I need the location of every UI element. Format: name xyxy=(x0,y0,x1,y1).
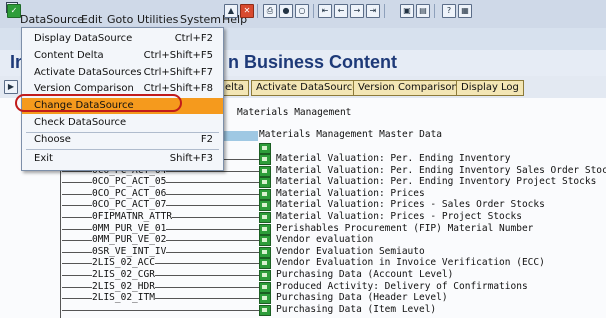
datasource-icon xyxy=(259,258,271,269)
datasource-icon xyxy=(259,270,271,281)
toolbar-separator xyxy=(384,4,385,18)
menu-datasource[interactable]: DataSource xyxy=(20,13,84,26)
previous-page-icon[interactable]: ← xyxy=(334,4,348,18)
tree-node-description[interactable]: Material Valuation: Per. Ending Inventor… xyxy=(276,176,596,187)
content-delta-button[interactable]: elta xyxy=(220,80,249,96)
tree-node-name[interactable]: 2LIS_02_CGR xyxy=(92,269,155,280)
tree-node-name[interactable]: 2LIS_02_HDR xyxy=(92,281,155,292)
datasource-icon xyxy=(259,177,271,188)
tree-node-description[interactable]: Material Valuation: Prices - Sales Order… xyxy=(276,199,545,210)
tree-node-description[interactable]: Vendor Evaluation in Invoice Verificatio… xyxy=(276,257,545,268)
datasource-icon xyxy=(259,293,271,304)
tree-node-name[interactable]: 0CO_PC_ACT_07 xyxy=(92,199,167,210)
layout-icon[interactable]: ▦ xyxy=(458,4,472,18)
toolbar-separator xyxy=(434,4,435,18)
tree-node-description[interactable]: Vendor evaluation xyxy=(276,234,373,245)
tree-node-name[interactable]: 0MM_PUR_VE_02 xyxy=(92,234,167,245)
toolbar-separator xyxy=(257,4,258,18)
find-next-icon[interactable]: ○ xyxy=(295,4,309,18)
datasource-icon xyxy=(259,166,271,177)
new-session-icon[interactable]: ▣ xyxy=(400,4,414,18)
tree-node-name[interactable]: 0CO_PC_ACT_05 xyxy=(92,176,167,187)
next-page-icon[interactable]: → xyxy=(350,4,364,18)
enter-icon[interactable]: ✓ xyxy=(7,4,21,18)
datasource-icon xyxy=(259,235,271,246)
menu-utilities[interactable]: Utilities xyxy=(137,13,178,26)
menu-item-check-datasource[interactable]: Check DataSource xyxy=(22,115,223,131)
datasource-icon xyxy=(259,224,271,235)
datasource-icon xyxy=(259,212,271,223)
datasource-icon xyxy=(259,305,271,316)
tree-node-description[interactable]: Material Valuation: Prices - Project Sto… xyxy=(276,211,522,222)
tree-node-description[interactable]: Purchasing Data (Header Level) xyxy=(276,292,448,303)
page-title-right: n Business Content xyxy=(228,52,398,72)
tree-node-name[interactable]: 0SR_VE_INT_IV xyxy=(92,246,167,257)
menu-item-choose[interactable]: Choose F2 xyxy=(22,132,223,148)
tree-node-description[interactable]: Produced Activity: Delivery of Confirmat… xyxy=(276,281,528,292)
tree-node-description[interactable]: Purchasing Data (Account Level) xyxy=(276,269,453,280)
toolbar-separator xyxy=(313,4,314,18)
datasource-icon xyxy=(259,247,271,258)
execute-icon[interactable]: ▶ xyxy=(4,80,18,94)
version-comparison-button[interactable]: Version Comparison xyxy=(353,80,463,96)
datasource-icon xyxy=(259,200,271,211)
first-page-icon[interactable]: ⇤ xyxy=(318,4,332,18)
tree-node-materials-management[interactable]: Materials Management xyxy=(237,107,351,118)
help-icon[interactable]: ? xyxy=(442,4,456,18)
menu-item-display-datasource[interactable]: Display DataSource Ctrl+F2 xyxy=(22,31,223,47)
activate-datasources-button[interactable]: Activate DataSources xyxy=(251,80,369,96)
tree-node-name[interactable]: 0MM_PUR_VE_01 xyxy=(92,223,167,234)
tree-node-description[interactable]: Material Valuation: Per. Ending Inventor… xyxy=(276,165,606,176)
menu-item-exit[interactable]: Exit Shift+F3 xyxy=(22,151,223,167)
tree-node-name[interactable]: 2LIS_02_ACC xyxy=(92,257,155,268)
display-log-button[interactable]: Display Log xyxy=(456,80,524,96)
last-page-icon[interactable]: ⇥ xyxy=(366,4,380,18)
tree-node-name[interactable]: 2LIS_02_ITM xyxy=(92,292,155,303)
menu-item-activate-datasources[interactable]: Activate DataSources Ctrl+Shift+F7 xyxy=(22,65,223,81)
tree-node-description[interactable]: Vendor Evaluation Semiauto xyxy=(276,246,425,257)
tree-node-name[interactable]: 0CO_PC_ACT_06 xyxy=(92,188,167,199)
tree-connector xyxy=(62,310,260,311)
highlight-annotation-oval xyxy=(15,94,182,112)
print-icon[interactable]: ⎙ xyxy=(263,4,277,18)
menu-system[interactable]: System xyxy=(180,13,221,26)
tree-node-description[interactable]: Material Valuation: Per. Ending Inventor… xyxy=(276,153,511,164)
tree-node-mm-master-data[interactable]: Materials Management Master Data xyxy=(259,129,442,140)
tree-node-description[interactable]: Material Valuation: Prices xyxy=(276,188,425,199)
tree-node-description[interactable]: Purchasing Data (Item Level) xyxy=(276,304,436,315)
cancel-icon[interactable]: ▲ xyxy=(224,4,238,18)
datasource-icon xyxy=(259,154,271,165)
menu-edit[interactable]: Edit xyxy=(81,13,102,26)
menu-item-content-delta[interactable]: Content Delta Ctrl+Shift+F5 xyxy=(22,48,223,64)
datasource-icon xyxy=(259,189,271,200)
tree-node-name[interactable]: 0FIPMATNR_ATTR xyxy=(92,211,173,222)
datasource-icon xyxy=(259,143,271,154)
menu-separator xyxy=(26,149,219,150)
menu-goto[interactable]: Goto xyxy=(107,13,133,26)
datasource-icon xyxy=(259,282,271,293)
find-icon[interactable]: ● xyxy=(279,4,293,18)
tree-node-description[interactable]: Perishables Procurement (FIP) Material N… xyxy=(276,223,533,234)
shortcut-icon[interactable]: ▤ xyxy=(416,4,430,18)
exit-icon[interactable]: ✕ xyxy=(240,4,254,18)
